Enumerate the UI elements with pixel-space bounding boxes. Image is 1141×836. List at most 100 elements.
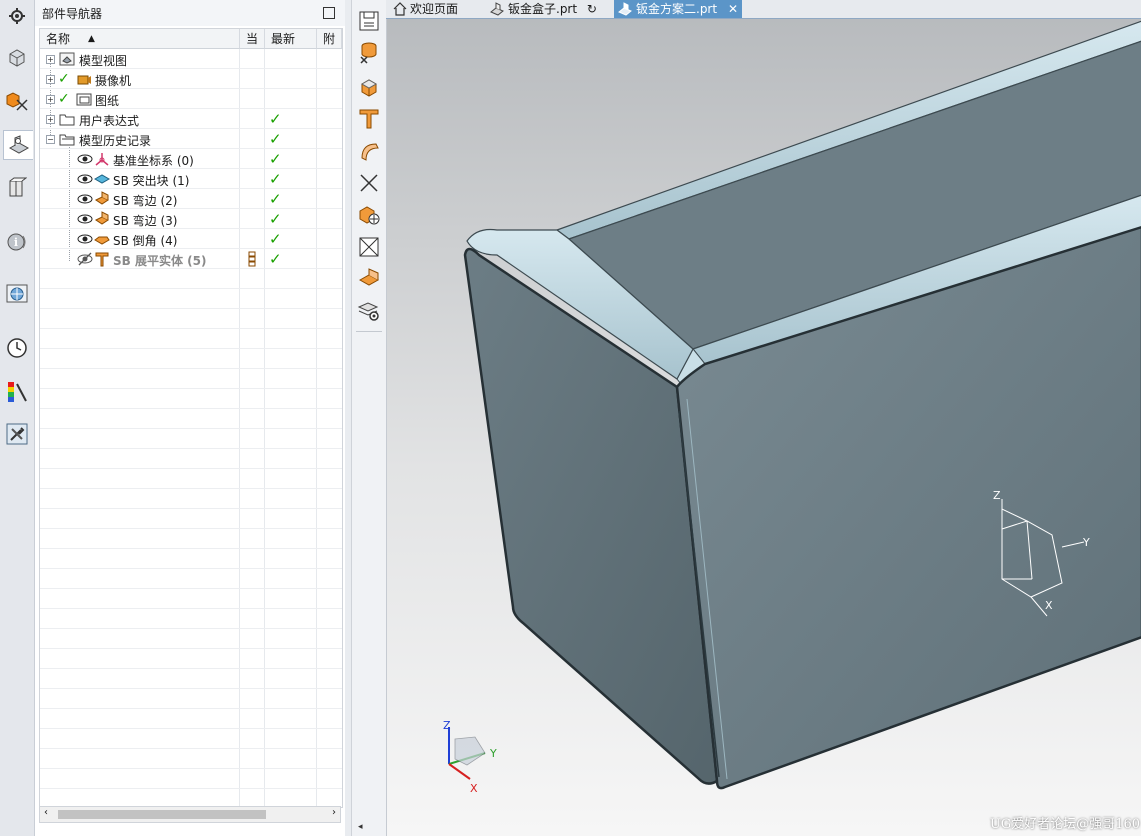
empty-row (40, 429, 342, 449)
settings-gear-icon[interactable] (3, 2, 31, 30)
reuse-library-icon[interactable] (3, 174, 31, 202)
empty-row (40, 549, 342, 569)
move-body-icon[interactable] (356, 202, 382, 228)
history-clock-icon[interactable] (3, 334, 31, 362)
expand-icon[interactable]: + (46, 95, 55, 104)
toolbar-expand-icon[interactable]: ◂ (358, 822, 363, 832)
eye-visible-icon[interactable] (77, 151, 93, 167)
flange-icon (95, 191, 109, 205)
column-header-attach[interactable]: 附 (317, 29, 342, 49)
empty-row (40, 289, 342, 309)
feature-label: SB 倒角 (4) (113, 234, 178, 248)
folder-open-icon (59, 134, 75, 146)
column-header-name[interactable]: 名称 ▲ (40, 29, 240, 49)
home-icon (393, 2, 407, 16)
feature-row-tab[interactable]: SB 突出块 (1) ✓ (40, 169, 342, 189)
scroll-right-icon[interactable]: › (332, 807, 336, 818)
flange-tool-icon[interactable] (356, 266, 382, 292)
empty-row (40, 449, 342, 469)
sort-ascending-icon: ▲ (88, 34, 95, 44)
save-icon[interactable] (356, 8, 382, 34)
model-view-canvas[interactable]: Z Y X Z Y X (387, 19, 1141, 836)
datum-csys-icon (95, 153, 109, 166)
info-icon[interactable]: i (3, 228, 31, 256)
layer-settings-icon[interactable] (356, 298, 382, 324)
roles-tools-icon[interactable] (3, 420, 31, 448)
datum-y-label: Y (1082, 536, 1090, 549)
bend-surface-icon[interactable] (356, 138, 382, 164)
visible-check-icon[interactable]: ✓ (58, 71, 70, 87)
part-navigator-icon[interactable] (3, 130, 33, 160)
feature-label: 基准坐标系 (0) (113, 154, 194, 168)
collapse-icon[interactable]: − (46, 135, 55, 144)
expand-icon[interactable]: + (46, 55, 55, 64)
tab-sheet-metal-plan-two[interactable]: 钣金方案二.prt ✕ (614, 0, 742, 18)
solid-block-icon[interactable] (356, 74, 382, 100)
empty-row (40, 589, 342, 609)
close-tab-icon[interactable]: ✕ (728, 0, 738, 18)
empty-row (40, 369, 342, 389)
latest-check-icon: ✓ (269, 210, 282, 228)
empty-row (40, 469, 342, 489)
eye-hidden-icon[interactable] (77, 251, 93, 267)
dependency-marker-icon (248, 251, 256, 267)
empty-row (40, 329, 342, 349)
empty-row (40, 569, 342, 589)
navigator-tree-grid: 名称 ▲ 当 最新 附 + 模型视图 + ✓ 摄像机 + ✓ 图纸 + 用户表达… (39, 28, 343, 808)
triad-x-label: X (470, 782, 478, 795)
expand-icon[interactable]: + (46, 75, 55, 84)
tab-sheet-metal-box[interactable]: 钣金盒子.prt ↻ (486, 0, 606, 18)
feature-toolbar: ◂ (351, 0, 387, 836)
tab-label: 欢迎页面 (410, 2, 459, 16)
constraint-navigator-icon[interactable] (3, 88, 31, 116)
part-icon (490, 2, 504, 16)
tree-node-user-expressions[interactable]: + 用户表达式 ✓ (40, 109, 342, 129)
column-header-latest[interactable]: 最新 (265, 29, 317, 49)
empty-row (40, 309, 342, 329)
datum-z-label: Z (993, 489, 1001, 502)
empty-row (40, 709, 342, 729)
feature-row-flange-3[interactable]: SB 弯边 (3) ✓ (40, 209, 342, 229)
maximize-icon[interactable] (323, 7, 335, 19)
feature-row-flat-solid[interactable]: SB 展平实体 (5) ✓ (40, 249, 342, 269)
triad-z-label: Z (443, 719, 451, 732)
tree-node-label: 模型历史记录 (79, 134, 152, 148)
toolbar-divider (356, 331, 382, 332)
column-header-current[interactable]: 当 (240, 29, 265, 49)
tree-node-model-views[interactable]: + 模型视图 (40, 49, 342, 69)
feature-row-datum-csys[interactable]: 基准坐标系 (0) ✓ (40, 149, 342, 169)
scrollbar-thumb[interactable] (58, 810, 266, 819)
horizontal-scrollbar[interactable]: ‹ › (39, 806, 341, 823)
cross-line-icon[interactable] (356, 170, 382, 196)
tab-welcome-page[interactable]: 欢迎页面 (388, 0, 482, 18)
eye-visible-icon[interactable] (77, 171, 93, 187)
web-browser-icon[interactable] (3, 280, 31, 308)
tree-node-drawings[interactable]: + ✓ 图纸 (40, 89, 342, 109)
flat-solid-icon (95, 252, 109, 267)
tree-node-model-history[interactable]: − 模型历史记录 ✓ (40, 129, 342, 149)
eye-visible-icon[interactable] (77, 211, 93, 227)
t-section-icon[interactable] (356, 106, 382, 132)
feature-row-chamfer[interactable]: SB 倒角 (4) ✓ (40, 229, 342, 249)
database-tool-icon[interactable] (356, 40, 382, 66)
visualization-palette-icon[interactable] (3, 378, 31, 406)
empty-row (40, 749, 342, 769)
eye-visible-icon[interactable] (77, 191, 93, 207)
part-navigator-panel: 部件导航器 名称 ▲ 当 最新 附 + 模型视图 + ✓ 摄像机 + ✓ 图纸 … (35, 0, 345, 836)
scroll-left-icon[interactable]: ‹ (44, 807, 48, 818)
latest-check-icon: ✓ (269, 110, 282, 128)
expand-icon[interactable]: + (46, 115, 55, 124)
feature-row-flange-2[interactable]: SB 弯边 (2) ✓ (40, 189, 342, 209)
camera-icon (77, 75, 91, 85)
graphics-viewport[interactable]: Z Y X Z Y X UG爱好者论坛@强哥160 (386, 19, 1141, 836)
box-cross-icon[interactable] (356, 234, 382, 260)
tab-icon (94, 174, 110, 184)
eye-visible-icon[interactable] (77, 231, 93, 247)
assembly-navigator-icon[interactable] (3, 44, 31, 72)
tree-node-camera[interactable]: + ✓ 摄像机 (40, 69, 342, 89)
svg-text:i: i (14, 236, 18, 249)
modified-refresh-icon: ↻ (586, 2, 597, 16)
latest-check-icon: ✓ (269, 250, 282, 268)
visible-check-icon[interactable]: ✓ (58, 91, 70, 107)
empty-row (40, 649, 342, 669)
